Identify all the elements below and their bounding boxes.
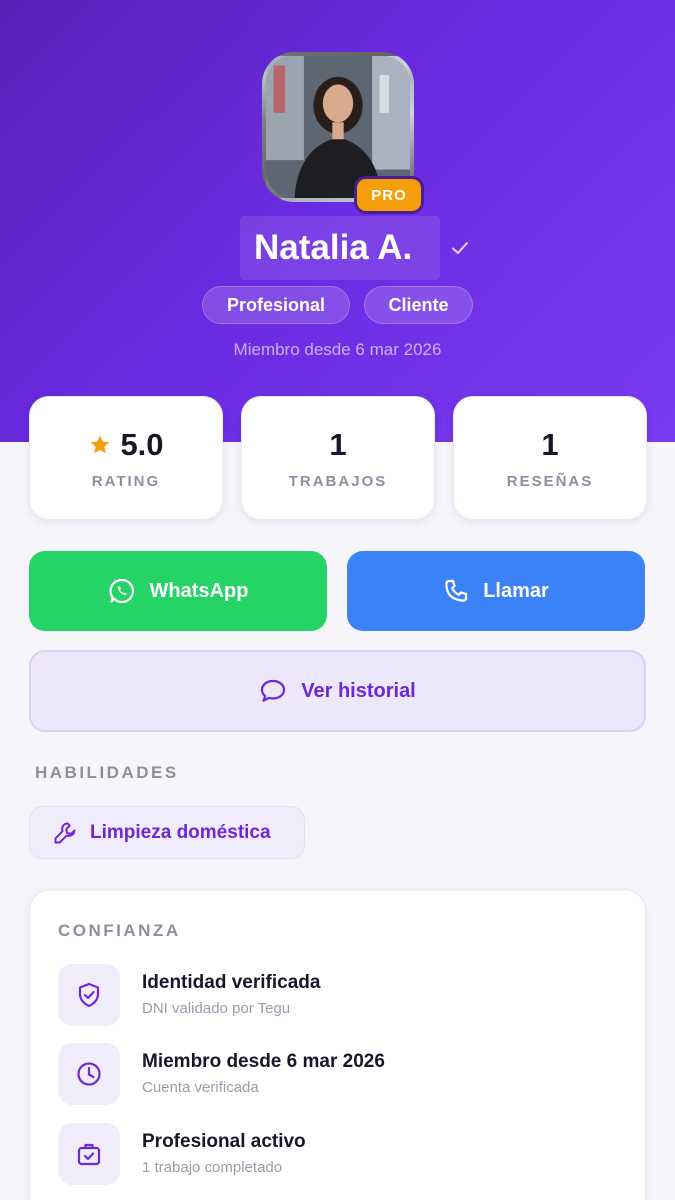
stat-card-rating: 5.0 RATING [29,396,223,520]
trust-section-title: CONFIANZA [58,921,181,940]
skill-label: Limpieza doméstica [90,821,271,843]
trust-item-active: Profesional activo 1 trabajo completado [58,1123,618,1185]
stat-label-trabajos: TRABAJOS [288,473,388,490]
shield-check-icon [78,982,100,1008]
stat-card-trabajos: 1 TRABAJOS [241,396,435,520]
stat-value-rating: 5.0 [120,427,164,462]
member-since: Miembro desde 6 mar 2026 [233,340,442,359]
trust-item-subtitle: DNI validado por Tegu [142,1000,291,1017]
star-icon [91,435,110,454]
stat-label-resenas: RESEÑAS [506,473,594,490]
stat-value-trabajos: 1 [329,427,347,462]
profile-name: Natalia A. [240,216,440,280]
phone-icon [445,579,468,602]
call-label: Llamar [483,579,549,602]
whatsapp-label: WhatsApp [149,579,249,602]
briefcase-check-icon [77,1143,101,1166]
stat-value-resenas: 1 [541,427,559,462]
skill-chip[interactable]: Limpieza doméstica [29,806,305,859]
trust-item-title: Identidad verificada [142,972,321,993]
clock-icon [77,1062,101,1086]
history-button[interactable]: Ver historial [29,650,646,732]
trust-item-subtitle: Cuenta verificada [142,1079,259,1096]
skills-section-title: HABILIDADES [35,763,179,782]
whatsapp-icon [109,578,134,604]
trust-item-title: Profesional activo [142,1131,306,1152]
verified-check-icon [452,242,468,254]
chat-bubble-icon [261,679,286,702]
trust-item-identity: Identidad verificada DNI validado por Te… [58,964,618,1026]
stat-label-rating: RATING [91,473,161,490]
trust-item-subtitle: 1 trabajo completado [142,1159,283,1176]
trust-item-member: Miembro desde 6 mar 2026 Cuenta verifica… [58,1043,618,1105]
history-label: Ver historial [301,679,416,702]
trust-card: CONFIANZA Identidad verificada DNI valid… [29,889,646,1200]
role-pill-profesional: Profesional [202,286,350,324]
pro-badge: PRO [354,176,424,214]
wrench-icon [54,822,76,843]
stat-card-resenas: 1 RESEÑAS [453,396,647,520]
trust-item-title: Miembro desde 6 mar 2026 [142,1051,385,1072]
role-pill-cliente: Cliente [364,286,473,324]
call-button[interactable]: Llamar [347,551,645,631]
whatsapp-button[interactable]: WhatsApp [29,551,327,631]
